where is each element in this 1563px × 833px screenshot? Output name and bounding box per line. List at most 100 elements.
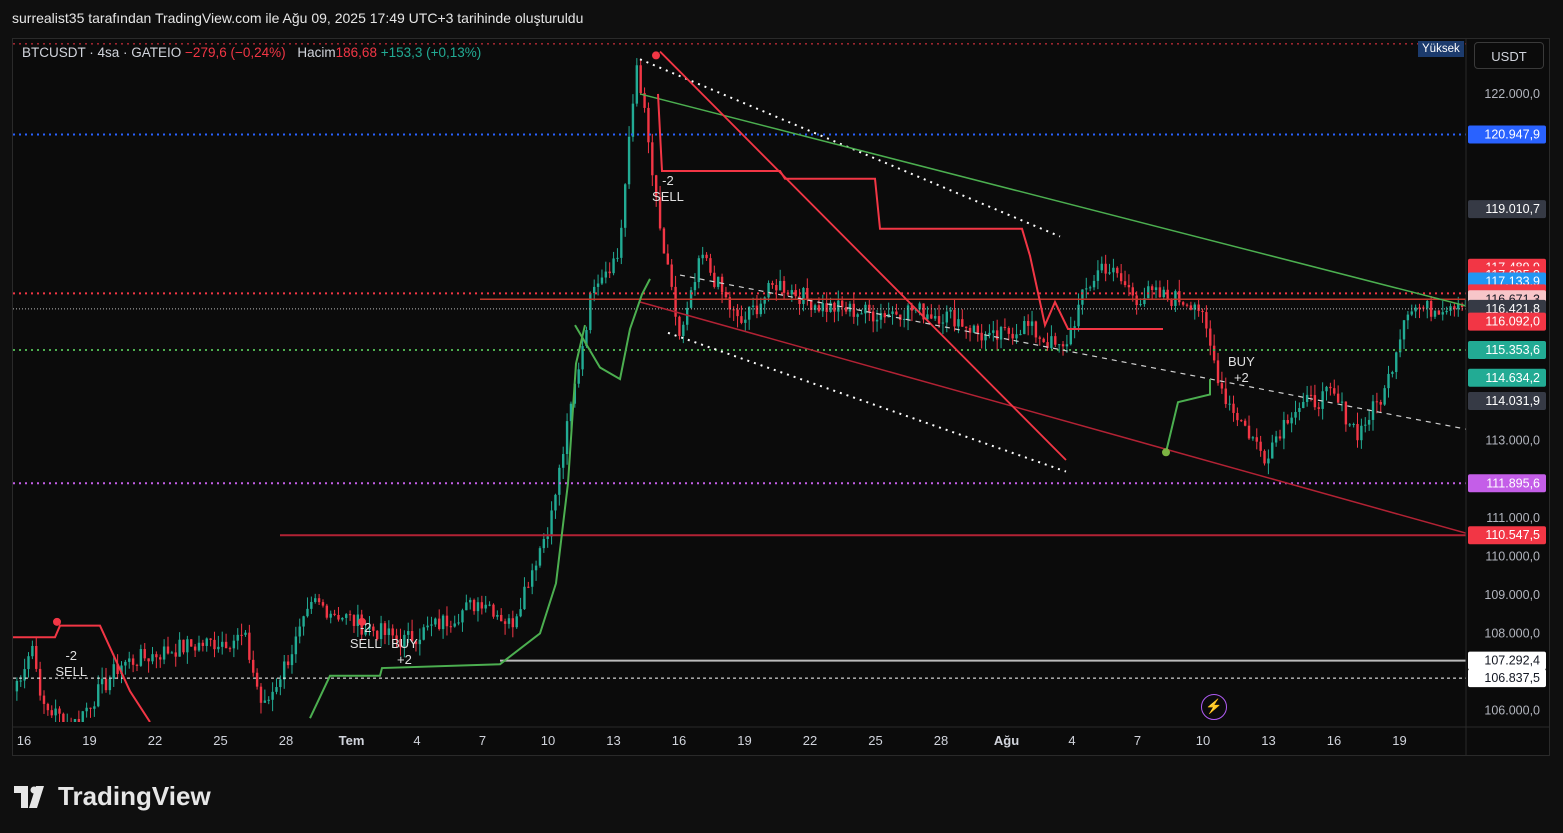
- candle-body: [263, 700, 267, 703]
- candle-body: [716, 276, 720, 287]
- candle-body: [155, 654, 158, 658]
- candle-body: [1317, 407, 1320, 409]
- candle-body: [1274, 436, 1278, 443]
- candle-body: [852, 303, 856, 317]
- candle-body: [1247, 425, 1251, 439]
- candle-body: [592, 286, 596, 294]
- candle-body: [1278, 436, 1282, 439]
- candle-body: [259, 686, 263, 703]
- symbol-info[interactable]: BTCUSDT · 4sa · GATEIO: [22, 45, 181, 60]
- candle-body: [763, 297, 766, 304]
- candle-body: [1104, 263, 1107, 274]
- candle-body: [666, 253, 670, 265]
- x-tick-label: 4: [413, 733, 420, 748]
- signal-label-buy: BUY: [1228, 354, 1255, 369]
- candle-body: [1356, 424, 1359, 441]
- candle-body: [949, 309, 952, 312]
- x-tick-label: 7: [479, 733, 486, 748]
- x-tick-label: 10: [1196, 733, 1210, 748]
- candle-body: [790, 290, 794, 295]
- candle-body: [1023, 321, 1026, 335]
- candle-body: [1367, 419, 1371, 425]
- trail-sell-dot: [652, 51, 660, 60]
- candle-body: [523, 586, 526, 610]
- x-tick-label: 19: [82, 733, 96, 748]
- candle-body: [372, 626, 375, 631]
- candle-body: [620, 227, 623, 258]
- candle-body: [58, 708, 61, 714]
- candle-body: [383, 623, 387, 635]
- signal-label-sell: SELL: [55, 664, 87, 679]
- price-tag-label: 115.353,6: [1485, 343, 1540, 357]
- y-tick-label: 111.000,0: [1486, 511, 1540, 525]
- candle-body: [771, 282, 774, 286]
- candle-body: [85, 707, 88, 712]
- candle-body: [1333, 388, 1336, 394]
- candle-body: [1123, 281, 1127, 286]
- currency-button[interactable]: USDT: [1474, 42, 1544, 69]
- candle-body: [856, 314, 859, 317]
- candle-body: [596, 283, 600, 287]
- candle-body: [531, 570, 534, 587]
- candle-body: [15, 680, 19, 692]
- candle-body: [193, 646, 197, 651]
- candle-body: [972, 325, 976, 333]
- candle-body: [93, 706, 96, 709]
- trail-sell-dot-2: [53, 617, 61, 626]
- candle-body: [817, 305, 821, 312]
- candle-body: [1305, 394, 1309, 402]
- candle-body: [802, 287, 805, 304]
- candle-body: [290, 654, 294, 666]
- signal-label-sell: SELL: [652, 189, 684, 204]
- candle-body: [348, 614, 352, 616]
- candle-body: [445, 615, 449, 627]
- candle-body: [1375, 401, 1379, 403]
- candle-body: [1364, 424, 1367, 426]
- candle-body: [190, 639, 193, 647]
- candle-body: [1081, 289, 1084, 305]
- candle-body: [170, 652, 174, 654]
- candle-body: [1340, 401, 1344, 403]
- x-tick-label: 28: [279, 733, 293, 748]
- candle-body: [562, 454, 565, 468]
- candle-body: [325, 605, 329, 618]
- candle-body: [995, 330, 999, 340]
- candle-body: [740, 316, 743, 323]
- candle-body: [724, 291, 728, 298]
- x-tick-label: 16: [1327, 733, 1341, 748]
- candle-body: [314, 598, 317, 602]
- candle-body: [271, 691, 274, 700]
- candle-body: [100, 678, 104, 685]
- candle-body: [1282, 419, 1286, 439]
- candle-body: [1418, 307, 1421, 309]
- price-tag-label: 107.292,4: [1484, 654, 1540, 668]
- candle-body: [1336, 393, 1340, 403]
- candle-body: [430, 624, 433, 626]
- lightning-icon[interactable]: ⚡: [1201, 694, 1227, 720]
- candle-body: [178, 639, 181, 657]
- candle-body: [387, 628, 391, 635]
- candle-body: [426, 625, 429, 628]
- candle-body: [1135, 295, 1138, 306]
- tradingview-logo[interactable]: TradingView: [14, 781, 211, 812]
- signal-label-buy: +2: [1234, 370, 1249, 385]
- candle-body: [1054, 336, 1057, 345]
- candle-body: [418, 639, 422, 645]
- candle-body: [670, 264, 673, 287]
- price-chart[interactable]: -2SELL-2SELL BUY+2-2SELLBUY+2122.000,0113…: [0, 0, 1563, 833]
- candle-body: [871, 311, 875, 322]
- volume-change: +153,3 (+0,13%): [380, 45, 482, 60]
- candle-body: [1387, 373, 1390, 389]
- y-tick-label: 113.000,0: [1485, 434, 1540, 448]
- candle-body: [1379, 402, 1382, 405]
- candle-body: [1290, 417, 1293, 424]
- candle-body: [317, 598, 321, 603]
- candle-body: [1092, 280, 1096, 288]
- candle-body: [1433, 310, 1437, 317]
- candle-body: [341, 617, 344, 620]
- candle-body: [135, 664, 139, 666]
- candle-body: [1057, 344, 1061, 346]
- candle-body: [1410, 311, 1413, 315]
- candle-body: [891, 311, 894, 314]
- candle-body: [1255, 437, 1258, 442]
